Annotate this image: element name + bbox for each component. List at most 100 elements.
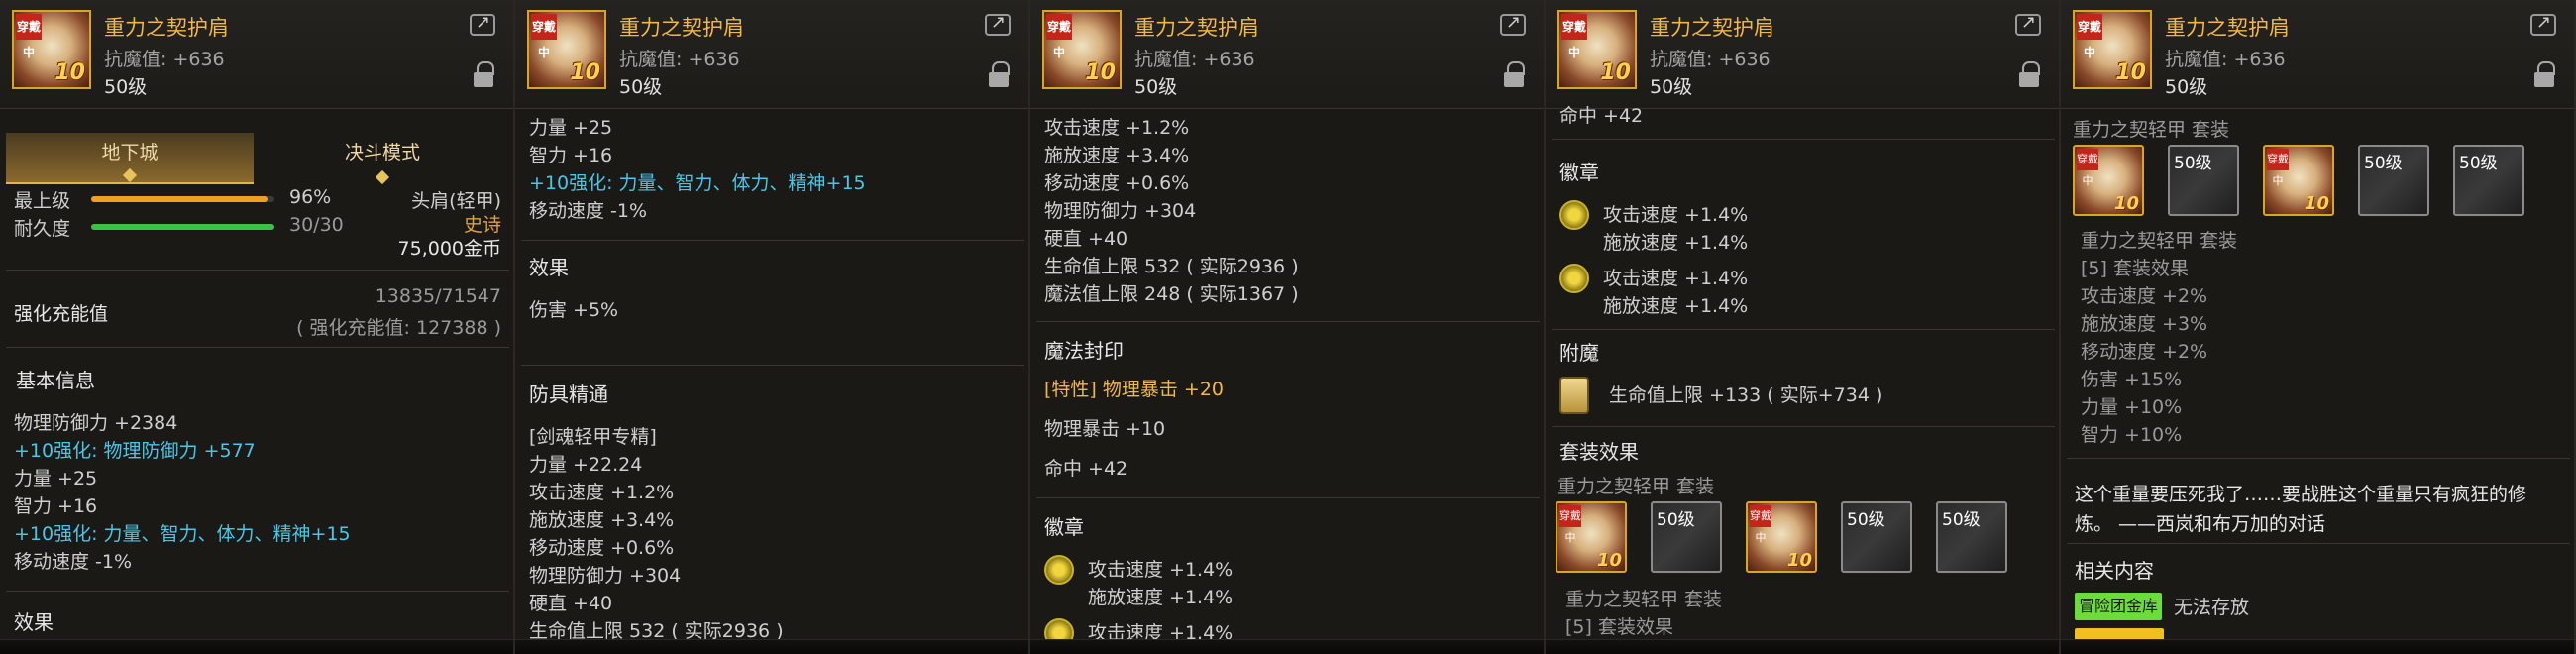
equipped-badge: 穿戴中 — [2077, 149, 2098, 187]
set-item-slot[interactable]: 穿戴中 10 — [2263, 145, 2334, 216]
set-stat-line: 伤害 +15% — [2081, 369, 2183, 390]
stat-line: 力量 +25 — [14, 468, 98, 490]
vault-status: 无法存放 — [2174, 597, 2250, 618]
basic-info-title: 基本信息 — [16, 369, 95, 392]
share-icon[interactable] — [985, 12, 1011, 36]
divider — [2067, 543, 2570, 544]
emblem-icon[interactable] — [1044, 555, 1074, 585]
stat-line: 物理防御力 +304 — [1044, 200, 1197, 222]
max-grade-label: 最上级 — [14, 190, 71, 212]
charge-value: 13835/71547 — [375, 285, 501, 307]
set-name: 重力之契轻甲 套装 — [1557, 476, 1715, 497]
tab-dungeon[interactable]: 地下城 — [6, 133, 254, 184]
anti-magic-value: 抗魔值: +636 — [1134, 49, 1255, 70]
max-grade-value: 96% — [289, 186, 332, 208]
equipped-badge: 穿戴中 — [531, 14, 557, 59]
set-item-slot[interactable]: 50级 — [2358, 145, 2429, 216]
share-icon[interactable] — [2015, 12, 2041, 36]
emblem-line: 攻击速度 +1.4% — [1088, 559, 1234, 581]
stat-line: 硬直 +40 — [529, 593, 613, 614]
share-icon[interactable] — [2530, 12, 2556, 36]
divider — [6, 591, 509, 592]
lock-icon[interactable] — [989, 61, 1010, 87]
enchant-line: 生命值上限 +133 ( 实际+734 ) — [1609, 384, 1883, 406]
item-title: 重力之契护肩 — [1134, 16, 1259, 40]
set-item-slot[interactable]: 穿戴中 10 — [2073, 145, 2144, 216]
lock-icon[interactable] — [2534, 61, 2555, 87]
related-title: 相关内容 — [2075, 559, 2154, 583]
set-item-slot[interactable]: 50级 — [1936, 501, 2007, 573]
stat-line: 智力 +16 — [529, 145, 613, 166]
vault-tag: 冒险团金库 — [2075, 593, 2163, 620]
set-item-slot[interactable]: 50级 — [1841, 501, 1912, 573]
item-title: 重力之契护肩 — [104, 16, 229, 40]
emblem-icon[interactable] — [1044, 618, 1074, 648]
stat-line: 物理防御力 +2384 — [14, 412, 178, 434]
share-icon[interactable] — [470, 12, 495, 36]
item-title: 重力之契护肩 — [2165, 16, 2290, 40]
item-level: 50级 — [619, 76, 663, 98]
reinforce-level: 10 — [2113, 193, 2139, 214]
tooltip-panel-1: 穿戴中 10 重力之契护肩 抗魔值: +636 50级 地下城 决斗模式 最上级… — [0, 0, 515, 654]
divider — [1036, 497, 1540, 498]
charge-sub: ( 强化充能值: 127388 ) — [296, 317, 501, 339]
stat-line: 硬直 +40 — [1044, 228, 1128, 250]
anti-magic-value: 抗魔值: +636 — [1650, 49, 1771, 70]
lock-icon[interactable] — [2019, 61, 2040, 87]
stat-line: 命中 +42 — [1044, 458, 1128, 480]
tooltip-panel-3: 穿戴中 10 重力之契护肩 抗魔值: +636 50级 攻击速度 +1.2% 施… — [1030, 0, 1546, 654]
related-tag — [2075, 628, 2164, 654]
stat-line: 力量 +22.24 — [529, 454, 643, 476]
stat-line: 智力 +16 — [14, 495, 98, 517]
tooltip-panel-4: 穿戴中 10 重力之契护肩 抗魔值: +636 50级 命中 +42 徽章 攻击… — [1546, 0, 2061, 654]
set-item-slot[interactable]: 50级 — [1651, 501, 1722, 573]
set-item-slot[interactable]: 穿戴中 10 — [1556, 501, 1627, 573]
item-title: 重力之契护肩 — [619, 16, 744, 40]
stat-line: 生命值上限 532 ( 实际2936 ) — [529, 620, 784, 642]
divider — [6, 270, 509, 271]
set-item-slot[interactable]: 穿戴中 10 — [1746, 501, 1817, 573]
lock-icon[interactable] — [1504, 61, 1525, 87]
effect-title: 效果 — [14, 610, 54, 634]
lock-icon[interactable] — [474, 61, 494, 87]
tooltip-panel-5: 穿戴中 10 重力之契护肩 抗魔值: +636 50级 重力之契轻甲 套装 穿戴… — [2061, 0, 2576, 654]
slot-type: 头肩(轻甲) — [411, 190, 501, 212]
set-name: 重力之契轻甲 套装 — [2073, 119, 2230, 141]
stat-line: 攻击速度 +1.2% — [1044, 117, 1190, 139]
reinforce-level: 10 — [1786, 550, 1812, 571]
seal-special: [特性] 物理暴击 +20 — [1044, 379, 1225, 400]
emblem-icon[interactable] — [1559, 264, 1589, 293]
emblem-line: 施放速度 +1.4% — [1603, 232, 1749, 254]
emblem-line: 攻击速度 +1.4% — [1603, 268, 1749, 289]
stat-line: 移动速度 +0.6% — [1044, 172, 1190, 194]
enchant-card-icon[interactable] — [1559, 377, 1589, 414]
divider — [1036, 321, 1540, 322]
stat-line: 生命值上限 532 ( 实际2936 ) — [1044, 256, 1299, 277]
mode-tabs: 地下城 决斗模式 — [6, 133, 506, 185]
set-item-slot[interactable]: 50级 — [2453, 145, 2524, 216]
tab-pvp[interactable]: 决斗模式 — [259, 133, 506, 185]
equipped-badge: 穿戴中 — [16, 14, 42, 59]
divider — [1552, 139, 2055, 140]
set-name: 重力之契轻甲 套装 — [1565, 589, 1723, 610]
seal-title: 魔法封印 — [1044, 339, 1124, 363]
equipped-badge: 穿戴中 — [1559, 505, 1581, 544]
set-stat-line: 力量 +10% — [2081, 396, 2183, 418]
reinforce-level: 10 — [1600, 60, 1631, 85]
set-count: [5] 套装效果 — [2081, 258, 2189, 279]
emblem-line: 攻击速度 +1.4% — [1603, 204, 1749, 226]
stat-line: 移动速度 -1% — [14, 551, 133, 573]
reinforce-level: 10 — [2115, 60, 2146, 85]
stat-line: 物理暴击 +10 — [1044, 418, 1166, 440]
emblem-icon[interactable] — [1559, 200, 1589, 230]
emblem-title: 徽章 — [1044, 515, 1084, 539]
tab-indicator-icon — [375, 169, 390, 185]
share-icon[interactable] — [1500, 12, 1526, 36]
set-name: 重力之契轻甲 套装 — [2081, 230, 2238, 252]
set-stat-line: 智力 +10% — [2081, 424, 2183, 446]
set-item-slot[interactable]: 50级 — [2168, 145, 2239, 216]
item-header: 穿戴中 10 重力之契护肩 抗魔值: +636 50级 — [2061, 0, 2574, 109]
stat-line: +10强化: 力量、智力、体力、精神+15 — [14, 523, 351, 545]
stat-line: 魔法值上限 248 ( 实际1367 ) — [1044, 283, 1299, 305]
divider — [521, 240, 1024, 241]
